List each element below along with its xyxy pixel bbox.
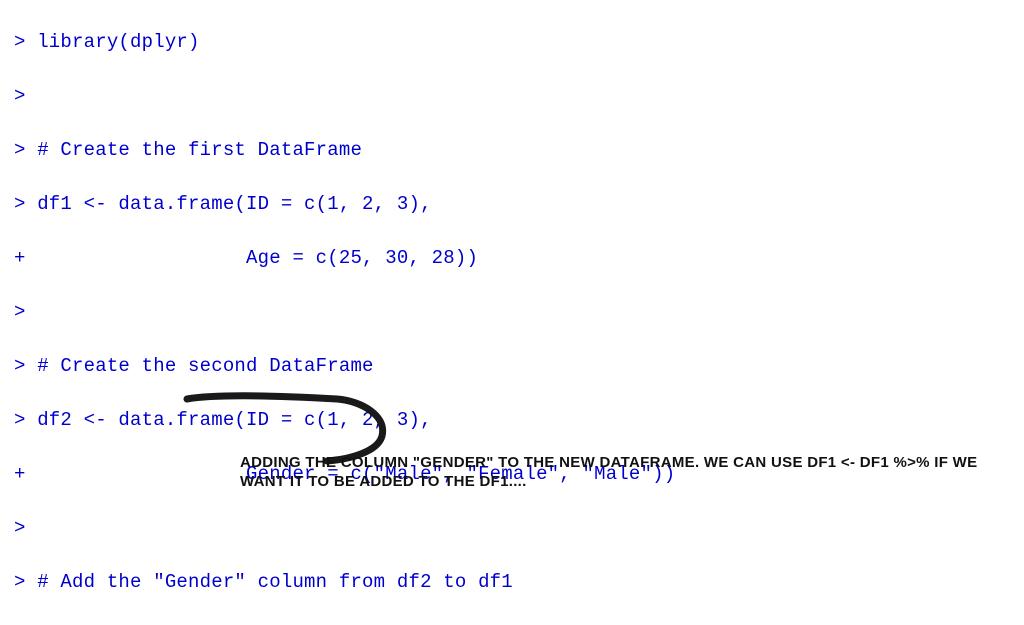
code-line: > df1 <- data.frame(ID = c(1, 2, 3),	[14, 191, 1024, 218]
code-line: + Age = c(25, 30, 28))	[14, 245, 1024, 272]
code-line: > # Create the second DataFrame	[14, 353, 1024, 380]
code-line: >	[14, 515, 1024, 542]
handwritten-annotation: ADDING THE COLUMN "GENDER" TO THE NEW DA…	[240, 454, 1000, 492]
code-line: > # Add the "Gender" column from df2 to …	[14, 569, 1024, 596]
code-line: >	[14, 299, 1024, 326]
code-line: > library(dplyr)	[14, 29, 1024, 56]
code-line: > df2 <- data.frame(ID = c(1, 2, 3),	[14, 407, 1024, 434]
code-line: >	[14, 83, 1024, 110]
r-console: > library(dplyr) > > # Create the first …	[0, 0, 1024, 625]
code-line: > # Create the first DataFrame	[14, 137, 1024, 164]
